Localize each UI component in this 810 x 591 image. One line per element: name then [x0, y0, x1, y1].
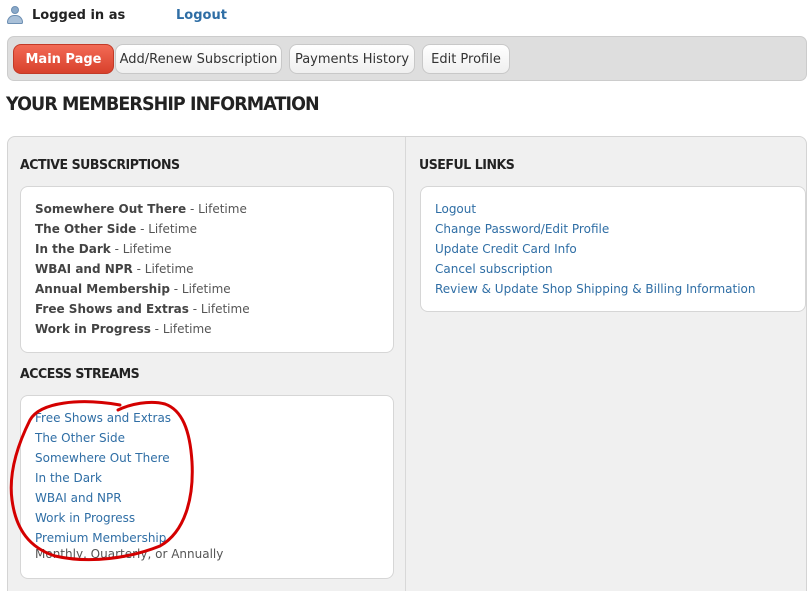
- stream-link-free-shows[interactable]: Free Shows and Extras: [35, 408, 171, 428]
- subscription-item: The Other Side - Lifetime: [35, 222, 197, 236]
- column-divider: [405, 137, 406, 591]
- subscription-item: In the Dark - Lifetime: [35, 242, 172, 256]
- access-streams-card: Free Shows and Extras The Other Side Som…: [20, 395, 394, 579]
- subscription-item: Free Shows and Extras - Lifetime: [35, 302, 250, 316]
- top-bar: Logged in as Logout: [6, 4, 227, 26]
- tab-edit-profile[interactable]: Edit Profile: [422, 44, 510, 74]
- tab-payments-history[interactable]: Payments History: [289, 44, 415, 74]
- active-subscriptions-card: Somewhere Out There - Lifetime The Other…: [20, 186, 394, 353]
- premium-membership-note: Monthly, Quarterly, or Annually: [35, 547, 224, 561]
- useful-links-heading: USEFUL LINKS: [419, 157, 515, 173]
- stream-link-wbai-npr[interactable]: WBAI and NPR: [35, 488, 122, 508]
- subscription-item: Somewhere Out There - Lifetime: [35, 202, 247, 216]
- stream-link-work-in-progress[interactable]: Work in Progress: [35, 508, 135, 528]
- stream-link-somewhere-out-there[interactable]: Somewhere Out There: [35, 448, 170, 468]
- stream-link-in-the-dark[interactable]: In the Dark: [35, 468, 102, 488]
- useful-link-update-credit-card[interactable]: Update Credit Card Info: [435, 239, 577, 259]
- logout-link-top[interactable]: Logout: [176, 8, 227, 23]
- access-streams-heading: ACCESS STREAMS: [20, 366, 140, 382]
- subscription-item: Work in Progress - Lifetime: [35, 322, 212, 336]
- useful-link-change-password[interactable]: Change Password/Edit Profile: [435, 219, 609, 239]
- logged-in-label: Logged in as: [32, 7, 126, 23]
- subscription-item: Annual Membership - Lifetime: [35, 282, 231, 296]
- useful-link-shop-billing[interactable]: Review & Update Shop Shipping & Billing …: [435, 279, 755, 299]
- useful-links-card: Logout Change Password/Edit Profile Upda…: [420, 186, 806, 312]
- useful-link-logout[interactable]: Logout: [435, 199, 476, 219]
- useful-link-cancel-subscription[interactable]: Cancel subscription: [435, 259, 553, 279]
- tab-add-renew-subscription[interactable]: Add/Renew Subscription: [115, 44, 282, 74]
- tab-main-page[interactable]: Main Page: [13, 44, 114, 74]
- subscription-item: WBAI and NPR - Lifetime: [35, 262, 194, 276]
- stream-link-other-side[interactable]: The Other Side: [35, 428, 125, 448]
- active-subscriptions-heading: ACTIVE SUBSCRIPTIONS: [20, 157, 180, 173]
- main-nav: Main Page Add/Renew Subscription Payment…: [7, 36, 807, 81]
- user-icon: [6, 5, 24, 25]
- page-title: YOUR MEMBERSHIP INFORMATION: [6, 93, 320, 115]
